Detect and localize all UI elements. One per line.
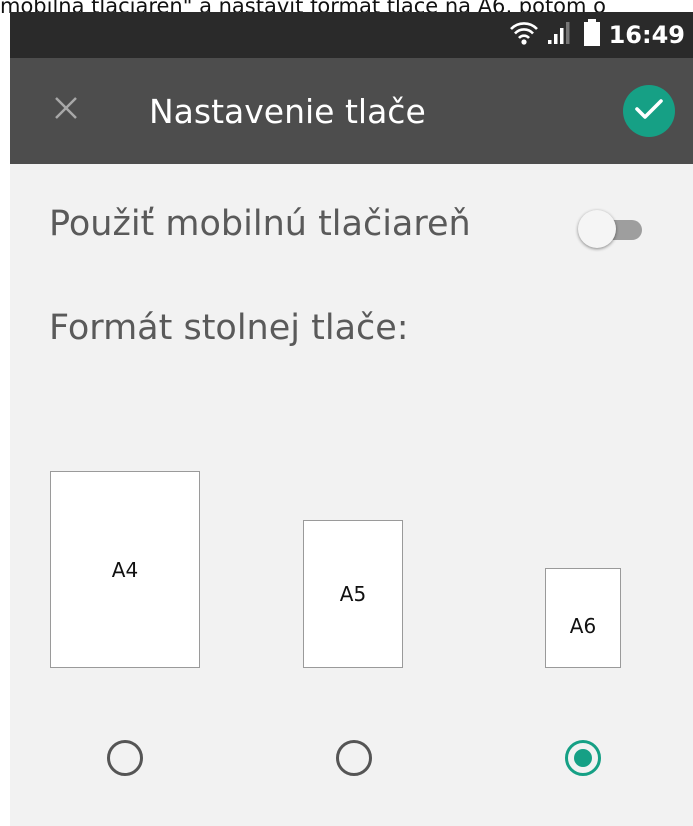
status-time: 16:49: [608, 21, 685, 49]
paper-a6-option[interactable]: A6: [545, 568, 621, 668]
confirm-button[interactable]: [623, 85, 675, 137]
paper-a5-option[interactable]: A5: [303, 520, 403, 668]
radio-a6[interactable]: [565, 740, 601, 776]
mobile-printer-row: Použiť mobilnú tlačiareň: [10, 192, 693, 262]
toggle-thumb: [578, 210, 616, 248]
phone-screen: 16:49 Nastavenie tlače Použiť mobilnú tl…: [10, 12, 693, 826]
page-title: Nastavenie tlače: [149, 92, 426, 131]
battery-icon: [583, 18, 601, 52]
app-bar: Nastavenie tlače: [10, 58, 693, 164]
paper-a4-option[interactable]: A4: [50, 471, 200, 668]
signal-icon: [547, 20, 575, 51]
format-label: Formát stolnej tlače:: [49, 308, 409, 348]
status-bar: 16:49: [10, 12, 693, 58]
radio-a4[interactable]: [107, 740, 143, 776]
mobile-printer-toggle[interactable]: [578, 210, 642, 250]
check-icon: [634, 97, 664, 126]
radio-a5[interactable]: [336, 740, 372, 776]
close-button[interactable]: [44, 88, 88, 132]
mobile-printer-label: Použiť mobilnú tlačiareň: [49, 204, 471, 244]
status-icons: 16:49: [509, 12, 685, 58]
close-icon: [53, 95, 79, 126]
wifi-icon: [509, 20, 539, 51]
